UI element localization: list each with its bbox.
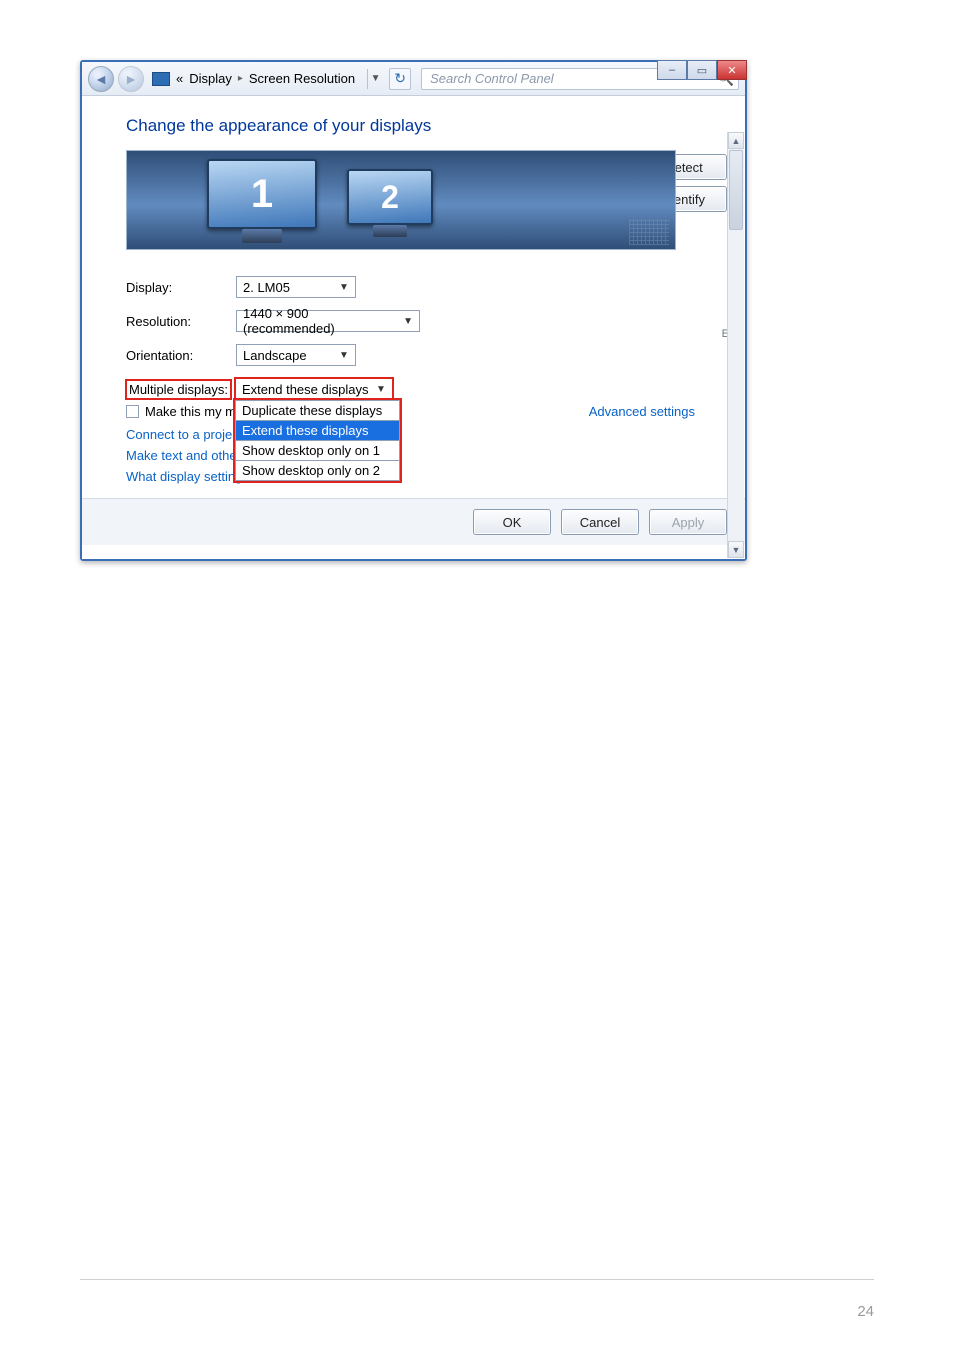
screen-resolution-window: – ▭ ✕ ◄ ► « Display ▸ Screen Resolution … bbox=[80, 60, 747, 561]
scroll-up-button[interactable]: ▲ bbox=[728, 132, 744, 149]
cancel-button[interactable]: Cancel bbox=[561, 509, 639, 535]
chevron-down-icon: ▼ bbox=[337, 282, 351, 293]
vertical-scrollbar[interactable]: ▲ ▼ bbox=[727, 132, 744, 558]
control-panel-icon bbox=[152, 72, 170, 86]
monitor-1-stand bbox=[242, 229, 282, 243]
multiple-displays-dropdown[interactable]: Duplicate these displaysExtend these dis… bbox=[235, 400, 400, 481]
ok-button[interactable]: OK bbox=[473, 509, 551, 535]
multiple-displays-option[interactable]: Extend these displays bbox=[235, 421, 400, 441]
main-display-checkbox[interactable] bbox=[126, 405, 139, 418]
breadcrumb-screen-resolution[interactable]: Screen Resolution bbox=[249, 71, 355, 86]
orientation-select-value: Landscape bbox=[243, 348, 307, 363]
dialog-buttons: OK Cancel Apply bbox=[82, 498, 745, 545]
breadcrumb-chevrons: « bbox=[176, 71, 183, 86]
chevron-down-icon: ▼ bbox=[337, 350, 351, 361]
multiple-displays-value: Extend these displays bbox=[242, 382, 368, 397]
page-title: Change the appearance of your displays bbox=[126, 116, 717, 136]
window-controls: – ▭ ✕ bbox=[657, 60, 747, 80]
breadcrumb-dropdown[interactable]: ▼ bbox=[367, 69, 383, 89]
monitor-1[interactable]: 1 bbox=[207, 159, 317, 229]
multiple-displays-label: Multiple displays: bbox=[126, 380, 231, 399]
display-select-value: 2. LM05 bbox=[243, 280, 290, 295]
breadcrumb-separator: ▸ bbox=[238, 73, 243, 84]
multiple-displays-select[interactable]: Extend these displays ▼ Duplicate these … bbox=[235, 378, 393, 400]
display-arrangement[interactable]: 1 2 bbox=[126, 150, 676, 250]
refresh-button[interactable]: ↻ bbox=[389, 68, 411, 90]
nav-forward-button[interactable]: ► bbox=[118, 66, 144, 92]
resolution-select[interactable]: 1440 × 900 (recommended) ▼ bbox=[236, 310, 420, 332]
page-footer-rule bbox=[80, 1279, 874, 1280]
display-select[interactable]: 2. LM05 ▼ bbox=[236, 276, 356, 298]
search-placeholder: Search Control Panel bbox=[430, 71, 554, 86]
maximize-button[interactable]: ▭ bbox=[687, 60, 717, 80]
main-display-label-fragment: Make this my m bbox=[145, 404, 236, 419]
close-button[interactable]: ✕ bbox=[717, 60, 747, 80]
display-label: Display: bbox=[126, 280, 236, 295]
connect-projector-link-fragment[interactable]: Connect to a proje bbox=[126, 427, 232, 442]
multiple-displays-option[interactable]: Duplicate these displays bbox=[235, 400, 400, 421]
monitor-grid-icon bbox=[629, 219, 669, 245]
page-number: 24 bbox=[857, 1303, 874, 1320]
multiple-displays-option[interactable]: Show desktop only on 1 bbox=[235, 441, 400, 461]
breadcrumb[interactable]: « Display ▸ Screen Resolution ▼ bbox=[152, 69, 383, 89]
minimize-button[interactable]: – bbox=[657, 60, 687, 80]
scroll-down-button[interactable]: ▼ bbox=[728, 541, 744, 558]
nav-bar: ◄ ► « Display ▸ Screen Resolution ▼ ↻ Se… bbox=[82, 62, 745, 96]
chevron-down-icon: ▼ bbox=[401, 316, 415, 327]
content-area: E Detect Identify Change the appearance … bbox=[82, 96, 745, 559]
orientation-select[interactable]: Landscape ▼ bbox=[236, 344, 356, 366]
multiple-displays-option[interactable]: Show desktop only on 2 bbox=[235, 461, 400, 481]
scroll-thumb[interactable] bbox=[729, 150, 743, 230]
apply-button[interactable]: Apply bbox=[649, 509, 727, 535]
monitor-2-stand bbox=[373, 225, 407, 237]
resolution-label: Resolution: bbox=[126, 314, 236, 329]
monitor-2[interactable]: 2 bbox=[347, 169, 433, 225]
chevron-down-icon: ▼ bbox=[374, 384, 388, 395]
resolution-select-value: 1440 × 900 (recommended) bbox=[243, 306, 401, 336]
orientation-label: Orientation: bbox=[126, 348, 236, 363]
nav-back-button[interactable]: ◄ bbox=[88, 66, 114, 92]
breadcrumb-display[interactable]: Display bbox=[189, 71, 232, 86]
